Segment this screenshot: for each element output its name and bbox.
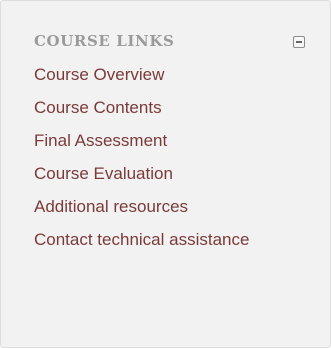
course-links-list: Course Overview Course Contents Final As…	[34, 63, 249, 261]
link-course-overview[interactable]: Course Overview	[34, 65, 164, 84]
link-contact-technical-assistance[interactable]: Contact technical assistance	[34, 230, 249, 249]
link-final-assessment[interactable]: Final Assessment	[34, 131, 167, 150]
list-item: Course Evaluation	[34, 162, 249, 195]
link-course-evaluation[interactable]: Course Evaluation	[34, 164, 173, 183]
link-additional-resources[interactable]: Additional resources	[34, 197, 188, 216]
list-item: Course Overview	[34, 63, 249, 96]
list-item: Contact technical assistance	[34, 228, 249, 261]
block-header: COURSE LINKS	[34, 31, 324, 51]
link-course-contents[interactable]: Course Contents	[34, 98, 162, 117]
list-item: Additional resources	[34, 195, 249, 228]
minus-square-icon	[296, 41, 302, 43]
list-item: Final Assessment	[34, 129, 249, 162]
block-title: COURSE LINKS	[34, 32, 175, 50]
list-item: Course Contents	[34, 96, 249, 129]
collapse-button[interactable]	[293, 36, 305, 48]
course-links-block: COURSE LINKS Course Overview Course Cont…	[0, 0, 331, 348]
